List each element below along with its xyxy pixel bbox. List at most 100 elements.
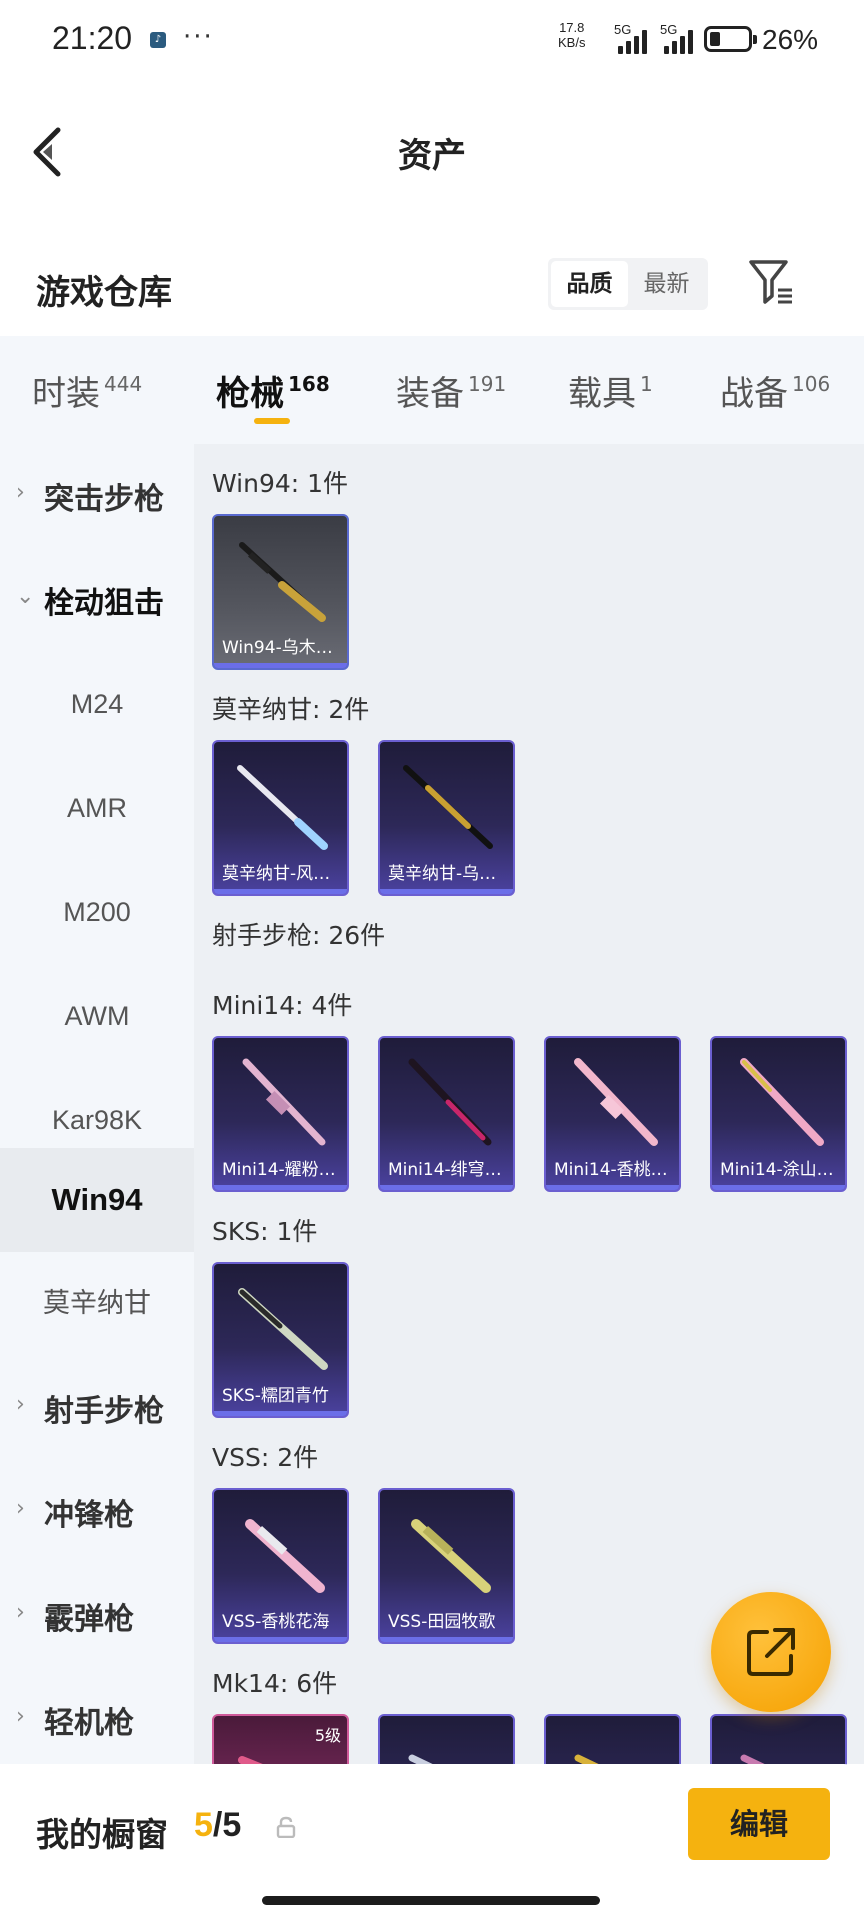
skin-card[interactable]: Mini14-耀粉… — [212, 1036, 349, 1192]
rifle-icon — [411, 1519, 491, 1593]
tab-fashion[interactable]: 时装 444 — [32, 366, 142, 415]
signal-bars-1-icon — [618, 28, 647, 54]
share-external-icon — [747, 1628, 795, 1676]
sidebar-category-lmg[interactable]: › 轻机枪 — [0, 1668, 194, 1772]
rifle-icon — [238, 1288, 328, 1370]
skin-card[interactable]: VSS-香桃花海 — [212, 1488, 349, 1644]
home-indicator[interactable] — [262, 1896, 600, 1905]
tab-equipment[interactable]: 装备 191 — [396, 366, 506, 415]
signal-bars-2-icon — [664, 28, 693, 54]
edit-button[interactable]: 编辑 — [688, 1788, 830, 1860]
showcase-count-max: 5 — [222, 1806, 242, 1844]
sidebar-category-label: 轻机枪 — [44, 1706, 134, 1741]
tab-equipment-label: 装备 — [396, 374, 464, 414]
sidebar-category-smg[interactable]: › 冲锋枪 — [0, 1460, 194, 1564]
tab-firearms[interactable]: 枪械 168 — [216, 366, 330, 415]
skin-card[interactable]: 莫辛纳甘-乌… — [378, 740, 515, 896]
skin-name: 莫辛纳甘-风… — [222, 864, 331, 884]
sidebar-category-bolt-sniper[interactable]: ⌄ 栓动狙击 — [0, 548, 194, 652]
sidebar-category-shotgun[interactable]: › 霰弹枪 — [0, 1564, 194, 1668]
skin-card[interactable]: Mini14-涂山… — [710, 1036, 847, 1192]
warehouse-title: 游戏仓库 — [36, 273, 172, 313]
showcase-bar: 我的橱窗 5/5 编辑 — [0, 1764, 864, 1920]
tab-fashion-count: 444 — [104, 372, 143, 396]
chevron-down-icon: ⌄ — [16, 584, 35, 609]
skin-name: Win94-乌木… — [222, 638, 333, 658]
skin-card[interactable]: VSS-田园牧歌 — [378, 1488, 515, 1644]
sidebar-item-win94[interactable]: Win94 — [0, 1148, 194, 1252]
sort-toggle: 品质 最新 — [548, 258, 708, 310]
more-notifications-icon: ··· — [183, 22, 214, 52]
skin-card[interactable]: 莫辛纳甘-风… — [212, 740, 349, 896]
skin-name: Mini14-涂山… — [720, 1160, 834, 1180]
rifle-icon — [245, 1519, 325, 1593]
lock-icon — [276, 1816, 296, 1838]
sidebar-item-amr[interactable]: AMR — [0, 756, 194, 860]
skin-card[interactable]: Mini14-香桃… — [544, 1036, 681, 1192]
rifle-icon — [574, 1058, 658, 1146]
sidebar-category-label: 栓动狙击 — [44, 586, 164, 621]
chevron-right-icon: › — [16, 1704, 25, 1729]
chevron-right-icon: › — [16, 1496, 25, 1521]
group-title-mosin: 莫辛纳甘: 2件 — [212, 695, 370, 724]
tab-firearms-count: 168 — [288, 372, 330, 396]
battery-icon — [704, 26, 757, 52]
share-button[interactable] — [711, 1592, 831, 1712]
network-speed-unit: KB/s — [558, 35, 586, 50]
page-title: 资产 — [398, 136, 466, 176]
tab-fashion-label: 时装 — [32, 374, 100, 414]
tab-vehicles[interactable]: 载具 1 — [568, 366, 653, 415]
tab-supplies[interactable]: 战备 106 — [720, 366, 830, 415]
group-title-mk14: Mk14: 6件 — [212, 1669, 338, 1698]
sidebar-item-awm[interactable]: AWM — [0, 964, 194, 1068]
rifle-icon — [242, 1058, 326, 1146]
sidebar-item-m200[interactable]: M200 — [0, 860, 194, 964]
status-bar: 21:20 ♪ ··· 17.8 KB/s 5G 5G 26% — [0, 0, 864, 80]
sidebar-category-label: 冲锋枪 — [44, 1498, 134, 1533]
skin-card[interactable]: Win94-乌木… — [212, 514, 349, 670]
tab-supplies-label: 战备 — [720, 374, 788, 414]
network-speed-value: 17.8 — [559, 20, 585, 35]
weapon-type-sidebar: › 突击步枪 ⌄ 栓动狙击 M24 AMR M200 AWM Kar98K Wi… — [0, 444, 194, 1764]
group-title-win94: Win94: 1件 — [212, 469, 349, 498]
showcase-count-current: 5 — [194, 1806, 213, 1844]
skin-card[interactable]: SKS-糯团青竹 — [212, 1262, 349, 1418]
tab-vehicles-label: 载具 — [568, 374, 636, 414]
rifle-icon — [408, 1058, 492, 1146]
skin-name: Mini14-耀粉… — [222, 1160, 336, 1180]
tab-vehicles-count: 1 — [640, 372, 653, 396]
filter-button[interactable] — [748, 258, 796, 308]
battery-percent: 26% — [762, 24, 819, 55]
filter-icon — [749, 260, 792, 304]
showcase-label: 我的橱窗 — [36, 1815, 168, 1854]
rifle-icon — [239, 542, 326, 622]
network-speed: 17.8 KB/s — [558, 20, 585, 50]
rifle-icon — [740, 1058, 824, 1146]
sidebar-category-assault-rifle[interactable]: › 突击步枪 — [0, 444, 194, 548]
skin-name: SKS-糯团青竹 — [222, 1386, 329, 1406]
skin-name: VSS-田园牧歌 — [388, 1612, 496, 1632]
tiktok-notification-icon: ♪ — [150, 32, 166, 48]
skin-name: VSS-香桃花海 — [222, 1612, 330, 1632]
sidebar-item-mosin-nagant[interactable]: 莫辛纳甘 — [0, 1252, 194, 1356]
skin-card[interactable]: Mini14-绯穹… — [378, 1036, 515, 1192]
sort-newest-option[interactable]: 最新 — [628, 261, 705, 307]
group-title-sks: SKS: 1件 — [212, 1217, 318, 1246]
sort-quality-option[interactable]: 品质 — [551, 261, 628, 307]
skin-name: 莫辛纳甘-乌… — [388, 864, 497, 884]
rifle-icon — [403, 765, 493, 849]
active-tab-indicator — [254, 418, 290, 424]
skin-name: Mini14-香桃… — [554, 1160, 668, 1180]
group-title-marksman: 射手步枪: 26件 — [212, 921, 386, 950]
tab-firearms-label: 枪械 — [216, 374, 284, 414]
rifle-icon — [237, 765, 328, 850]
sidebar-item-m24[interactable]: M24 — [0, 652, 194, 756]
status-time: 21:20 — [52, 20, 133, 56]
sidebar-category-marksman-rifle[interactable]: › 射手步枪 — [0, 1356, 194, 1460]
group-title-vss: VSS: 2件 — [212, 1443, 319, 1472]
chevron-right-icon: › — [16, 480, 25, 505]
chevron-right-icon: › — [16, 1600, 25, 1625]
group-title-mini14: Mini14: 4件 — [212, 991, 353, 1020]
skin-name: Mini14-绯穹… — [388, 1160, 502, 1180]
showcase-count-separator: / — [212, 1806, 223, 1844]
